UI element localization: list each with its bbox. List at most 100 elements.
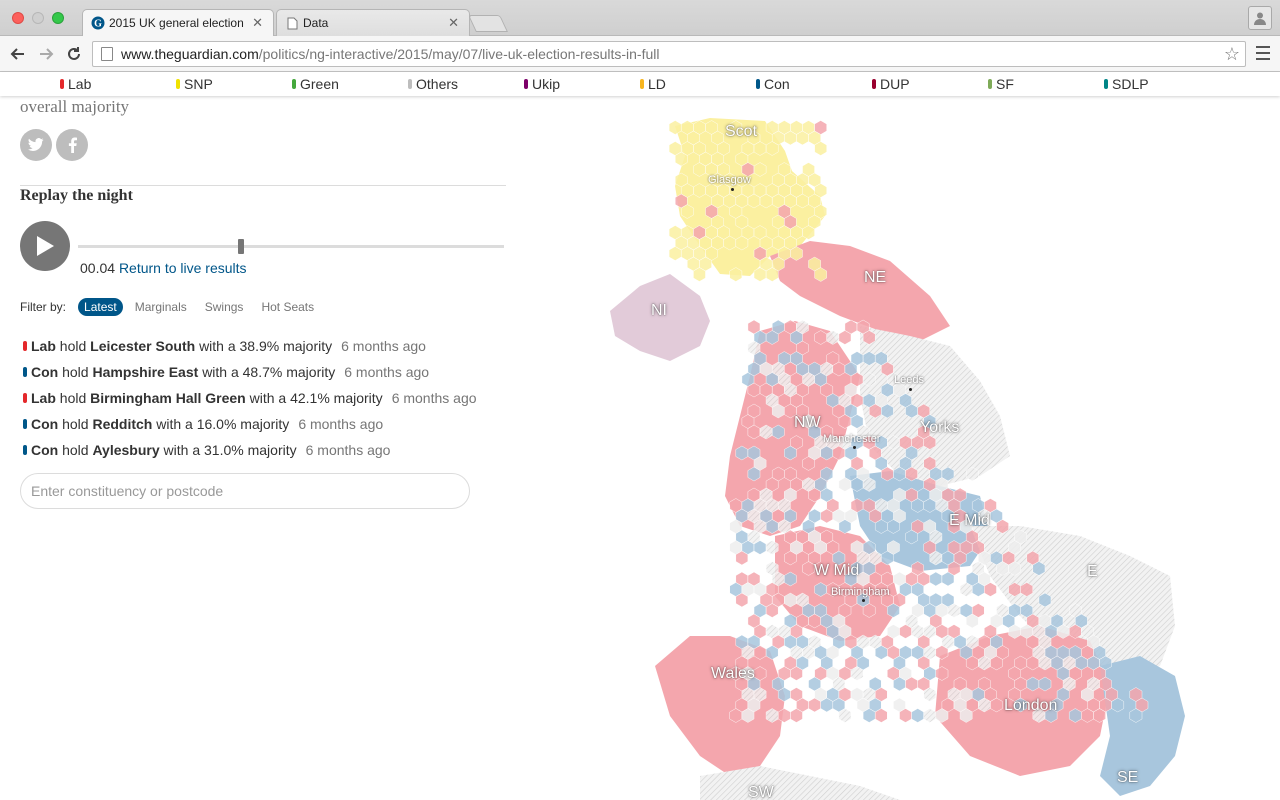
constituency-hex[interactable] <box>923 708 937 723</box>
legend-label: Lab <box>68 76 92 92</box>
map-region-south-east[interactable] <box>1100 656 1185 796</box>
filter-swings[interactable]: Swings <box>199 298 250 316</box>
result-majority: with a 16.0% majority <box>156 416 290 432</box>
region-label-sw: SW <box>748 784 774 800</box>
return-to-live-link[interactable]: Return to live results <box>119 260 247 276</box>
legend-swatch <box>988 79 992 89</box>
city-label-glasgow: Glasgow <box>708 174 751 186</box>
result-time: 6 months ago <box>305 442 391 458</box>
window-minimize-button[interactable] <box>32 12 44 24</box>
tab-title: Data <box>303 16 329 30</box>
legend-label: Ukip <box>532 76 561 92</box>
party-color-bar <box>23 367 27 377</box>
result-time: 6 months ago <box>344 364 430 380</box>
tab-data[interactable]: Data ✕ <box>276 9 470 36</box>
play-icon <box>37 236 54 256</box>
result-item[interactable]: Lab hold Birmingham Hall Green with a 42… <box>20 385 477 411</box>
replay-slider-track[interactable] <box>78 245 504 248</box>
legend-item: Others <box>408 76 458 92</box>
legend-item: LD <box>640 76 666 92</box>
legend-swatch <box>640 79 644 89</box>
tab-title: 2015 UK general election <box>109 16 244 30</box>
result-verb: hold <box>62 364 89 380</box>
svg-text:G: G <box>94 19 102 30</box>
browser-toolbar: www.theguardian.com/politics/ng-interact… <box>0 36 1280 72</box>
new-tab-button[interactable] <box>468 15 508 32</box>
forward-button[interactable] <box>34 42 58 66</box>
close-tab-icon[interactable]: ✕ <box>448 15 459 31</box>
legend-label: DUP <box>880 76 910 92</box>
party-color-bar <box>23 393 27 403</box>
result-seat: Aylesbury <box>92 442 160 458</box>
browser-tabstrip: G 2015 UK general election ✕ Data ✕ <box>0 0 1280 36</box>
region-label-w-mid: W Mid <box>814 562 860 579</box>
map-region-south-west[interactable] <box>700 766 900 800</box>
browser-menu-icon[interactable] <box>1256 46 1270 60</box>
url-domain: www.theguardian.com <box>121 46 259 62</box>
legend-label: SDLP <box>1112 76 1149 92</box>
hex-map[interactable]: Scot NI NE NW Yorks E Mid W Mid E Wales … <box>560 96 1280 800</box>
play-button[interactable] <box>20 221 70 271</box>
filter-hot-seats[interactable]: Hot Seats <box>255 298 320 316</box>
legend-item: Con <box>756 76 790 92</box>
result-item[interactable]: Con hold Hampshire East with a 48.7% maj… <box>20 359 477 385</box>
twitter-share-icon[interactable] <box>20 129 52 161</box>
page-favicon-icon <box>285 16 299 30</box>
result-time: 6 months ago <box>391 390 477 406</box>
constituency-hex[interactable] <box>929 571 943 587</box>
divider <box>20 185 506 186</box>
constituency-hex[interactable] <box>911 708 924 723</box>
close-tab-icon[interactable]: ✕ <box>252 15 263 31</box>
party-color-bar <box>23 419 27 429</box>
hex-map-canvas[interactable] <box>560 96 1280 800</box>
result-verb: hold <box>59 338 87 354</box>
city-dot-manchester <box>853 446 856 449</box>
profile-icon[interactable] <box>1248 6 1272 30</box>
legend-item: DUP <box>872 76 910 92</box>
filter-bar: Filter by: Latest Marginals Swings Hot S… <box>20 298 326 316</box>
region-label-se: SE <box>1117 769 1139 786</box>
party-color-bar <box>23 341 27 351</box>
region-label-yorks: Yorks <box>920 419 960 436</box>
filter-latest[interactable]: Latest <box>78 298 123 316</box>
result-party: Lab <box>31 338 56 354</box>
legend-item: SNP <box>176 76 213 92</box>
window-maximize-button[interactable] <box>52 12 64 24</box>
legend-item: Lab <box>60 76 91 92</box>
constituency-search-input[interactable] <box>20 473 470 509</box>
legend-swatch <box>524 79 528 89</box>
window-close-button[interactable] <box>12 12 24 24</box>
result-item[interactable]: Con hold Aylesbury with a 31.0% majority… <box>20 437 477 463</box>
reload-button[interactable] <box>62 42 86 66</box>
result-verb: hold <box>59 390 87 406</box>
replay-time: 00.04 Return to live results <box>80 260 247 276</box>
city-label-leeds: Leeds <box>894 374 924 386</box>
result-majority: with a 42.1% majority <box>249 390 383 406</box>
replay-title: Replay the night <box>20 187 133 204</box>
address-bar[interactable]: www.theguardian.com/politics/ng-interact… <box>92 41 1246 67</box>
legend-swatch <box>176 79 180 89</box>
legend-swatch <box>408 79 412 89</box>
filter-label: Filter by: <box>20 300 67 314</box>
legend-swatch <box>1104 79 1108 89</box>
legend-label: SF <box>996 76 1014 92</box>
map-region-wales[interactable] <box>655 636 785 776</box>
result-party: Lab <box>31 390 56 406</box>
result-time: 6 months ago <box>341 338 426 354</box>
result-item[interactable]: Lab hold Leicester South with a 38.9% ma… <box>20 333 477 359</box>
legend-label: Others <box>416 76 459 92</box>
party-legend: Lab SNP Green Others Ukip LD Con DUP SF … <box>0 72 1280 96</box>
region-label-wales: Wales <box>711 665 755 682</box>
filter-marginals[interactable]: Marginals <box>129 298 193 316</box>
city-dot-glasgow <box>731 188 734 191</box>
result-majority: with a 31.0% majority <box>163 442 297 458</box>
region-label-london: London <box>1004 697 1058 714</box>
city-dot-leeds <box>909 388 912 391</box>
replay-slider-thumb[interactable] <box>238 239 244 254</box>
legend-item: Green <box>292 76 339 92</box>
tab-election[interactable]: G 2015 UK general election ✕ <box>82 9 274 36</box>
back-button[interactable] <box>6 42 30 66</box>
result-item[interactable]: Con hold Redditch with a 16.0% majority … <box>20 411 477 437</box>
facebook-share-icon[interactable] <box>56 129 88 161</box>
bookmark-star-icon[interactable]: ☆ <box>1224 44 1240 65</box>
